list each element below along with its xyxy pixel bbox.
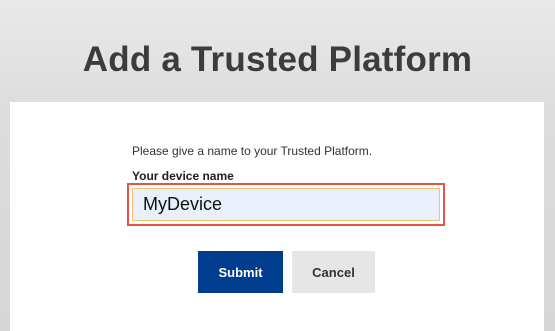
submit-button[interactable]: Submit [198, 251, 283, 293]
trusted-platform-dialog: Please give a name to your Trusted Platf… [10, 102, 544, 331]
cancel-button[interactable]: Cancel [292, 251, 375, 293]
page-title: Add a Trusted Platform [82, 40, 473, 79]
device-name-input[interactable] [132, 188, 440, 221]
device-name-label: Your device name [132, 169, 234, 183]
instruction-text: Please give a name to your Trusted Platf… [132, 144, 373, 158]
